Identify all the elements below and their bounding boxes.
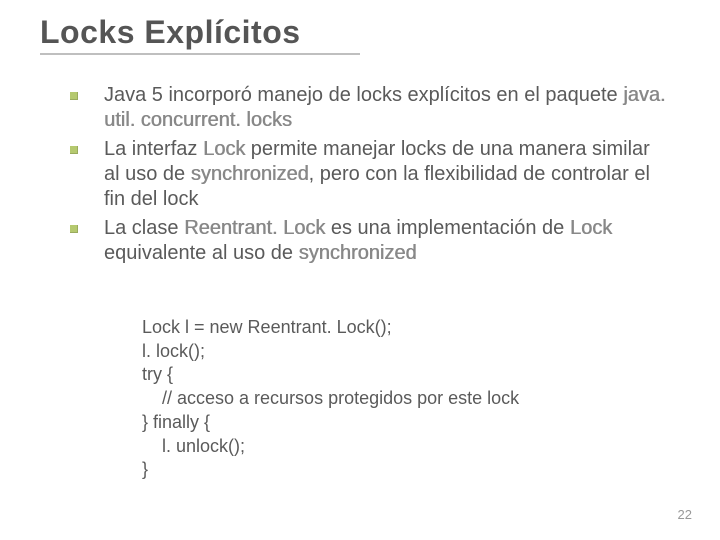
code-ref: Lock: [203, 138, 245, 160]
code-ref: synchronized: [299, 242, 417, 264]
code-line: Lock l = new Reentrant. Lock();: [142, 317, 392, 337]
bullet-item: La clase Reentrant. Lock es una implemen…: [70, 216, 670, 266]
text: Java 5 incorporó manejo de locks explíci…: [104, 84, 623, 106]
code-line: } finally {: [142, 412, 210, 432]
code-line: l. unlock();: [142, 435, 245, 459]
code-line: l. lock();: [142, 341, 205, 361]
bullet-item: Java 5 incorporó manejo de locks explíci…: [70, 83, 670, 133]
slide: Locks Explícitos Java 5 incorporó manejo…: [0, 0, 720, 540]
code-line: try {: [142, 364, 173, 384]
bullet-item: La interfaz Lock permite manejar locks d…: [70, 137, 670, 212]
text: La interfaz: [104, 138, 203, 160]
bullet-list: Java 5 incorporó manejo de locks explíci…: [40, 83, 680, 266]
text: es una implementación de: [325, 217, 570, 239]
code-line: }: [142, 459, 148, 479]
code-ref: Lock: [570, 217, 612, 239]
code-block: Lock l = new Reentrant. Lock(); l. lock(…: [142, 292, 680, 482]
code-ref: synchronized: [191, 163, 309, 185]
slide-title: Locks Explícitos: [40, 14, 680, 51]
text: La clase: [104, 217, 184, 239]
text: equivalente al uso de: [104, 242, 299, 264]
title-underline: [40, 53, 360, 55]
page-number: 22: [678, 507, 692, 522]
code-line: // acceso a recursos protegidos por este…: [142, 387, 519, 411]
code-ref: Reentrant. Lock: [184, 217, 325, 239]
